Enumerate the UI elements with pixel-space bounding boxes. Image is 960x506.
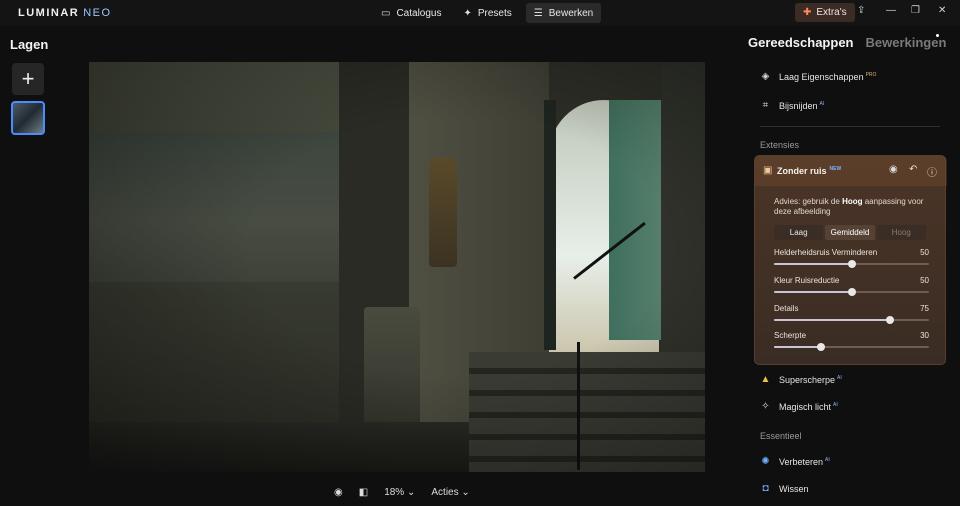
tool-laag-eigenschappen[interactable]: ◈ Laag Eigenschappen PRO xyxy=(760,71,877,82)
slider-label: Details xyxy=(774,304,799,313)
chevron-down-icon: ⌄ xyxy=(461,487,470,498)
warning-icon: ▲ xyxy=(760,374,771,385)
compare-icon[interactable]: ◧ xyxy=(359,487,368,498)
tab-catalogus[interactable]: ▭ Catalogus xyxy=(373,3,449,23)
share-icon[interactable]: ⇪ xyxy=(857,5,865,16)
minimize-icon[interactable]: — xyxy=(886,5,896,16)
zoom-value: 18% xyxy=(384,487,405,498)
tool-wissen[interactable]: ◘ Wissen xyxy=(760,483,809,494)
mode-hoog-button[interactable]: Hoog xyxy=(876,225,926,240)
mode-laag-button[interactable]: Laag xyxy=(774,225,824,240)
advice-highlight: Hoog xyxy=(842,197,863,206)
tab-label: Bewerken xyxy=(548,7,594,19)
slider-knob[interactable] xyxy=(847,288,856,296)
tool-label: Magisch licht xyxy=(779,401,832,412)
actions-dropdown[interactable]: Acties ⌄ xyxy=(431,487,469,498)
tab-bewerkingen[interactable]: Bewerkingen xyxy=(866,35,947,50)
sliders-icon: ☰ xyxy=(533,7,543,19)
bottom-toolbar: ◉ ◧ 18% ⌄ Acties ⌄ xyxy=(334,487,470,498)
slider-label: Scherpte xyxy=(774,331,807,340)
noise-panel-title: Zonder ruis xyxy=(777,166,827,176)
slider-fill xyxy=(774,319,891,321)
actions-label: Acties xyxy=(431,487,459,498)
tab-presets[interactable]: ✦ Presets xyxy=(455,3,519,23)
photo-canvas[interactable] xyxy=(89,62,705,472)
close-icon[interactable]: ✕ xyxy=(938,5,946,16)
visibility-eye-icon[interactable]: ◉ xyxy=(889,164,898,175)
new-badge: NEW xyxy=(829,166,842,172)
pro-badge: PRO xyxy=(865,71,877,78)
crop-icon: ⌗ xyxy=(762,100,769,111)
tool-label: Verbeteren xyxy=(779,456,824,467)
slider-value: 50 xyxy=(920,248,929,257)
noise-tool-icon: ▣ xyxy=(763,165,773,176)
noise-reduction-panel: ▣ Zonder ruis NEW ◉ ↶ ⓘ Advies: gebruik d… xyxy=(754,155,947,365)
main-nav: ▭ Catalogus ✦ Presets ☰ Bewerken xyxy=(373,3,602,23)
ai-badge: AI xyxy=(825,456,830,463)
slider-label: Kleur Ruisreductie xyxy=(774,276,840,285)
sparkle-icon: ✧ xyxy=(761,401,770,412)
extras-label: Extra's xyxy=(816,7,847,18)
layer-thumbnail[interactable] xyxy=(11,101,45,135)
slider-knob[interactable] xyxy=(847,260,856,268)
ai-badge: AI xyxy=(819,100,825,107)
add-layer-button[interactable]: + xyxy=(12,63,44,95)
logo-sub-text: NEO xyxy=(83,7,112,19)
section-essentieel: Essentieel xyxy=(760,431,802,441)
slider-fill xyxy=(774,346,821,348)
tool-label: Bijsnijden xyxy=(779,100,818,111)
layers-title: Lagen xyxy=(10,37,49,52)
extras-button[interactable]: ✚ Extra's xyxy=(795,3,855,22)
tab-label: Presets xyxy=(477,7,512,19)
restore-icon[interactable]: ❐ xyxy=(911,5,920,16)
right-panel-tabs: Gereedschappen Bewerkingen xyxy=(748,35,946,50)
section-divider xyxy=(760,126,940,127)
slider-value: 50 xyxy=(920,276,929,285)
slider-label: Helderheidsruis Verminderen xyxy=(774,248,878,257)
tool-bijsnijden[interactable]: ⌗ Bijsnijden AI xyxy=(760,100,825,111)
ai-badge: AI xyxy=(833,401,838,408)
reset-icon[interactable]: ↶ xyxy=(909,164,917,175)
top-bar: LUMINAR NEO ▭ Catalogus ✦ Presets ☰ Bewer… xyxy=(0,0,960,26)
slider-knob[interactable] xyxy=(886,316,895,324)
notification-dot xyxy=(936,34,939,37)
photo-vignette xyxy=(89,62,705,472)
folder-icon: ▭ xyxy=(381,7,391,19)
noise-advice: Advies: gebruik de Hoog aanpassing voor … xyxy=(774,197,939,217)
presets-icon: ✦ xyxy=(463,7,472,19)
tool-label: Superscherpe xyxy=(779,374,836,385)
chevron-down-icon: ⌄ xyxy=(406,487,416,498)
eraser-icon: ◘ xyxy=(762,483,769,494)
eye-icon[interactable]: ◉ xyxy=(334,487,343,498)
noise-mode-selector: Laag Gemiddeld Hoog xyxy=(774,225,926,240)
section-extensies: Extensies xyxy=(760,140,800,150)
zoom-dropdown[interactable]: 18% ⌄ xyxy=(384,487,415,498)
slider-value: 75 xyxy=(920,304,929,313)
tool-verbeteren[interactable]: ✺ Verbeteren AI xyxy=(760,456,830,467)
tab-bewerken[interactable]: ☰ Bewerken xyxy=(525,3,602,23)
tab-gereedschappen[interactable]: Gereedschappen xyxy=(748,35,854,50)
slider-fill xyxy=(774,291,852,293)
tool-label: Laag Eigenschappen xyxy=(779,71,864,82)
ai-badge: AI xyxy=(837,374,842,381)
info-icon[interactable]: ⓘ xyxy=(927,164,937,179)
tab-label: Catalogus xyxy=(396,7,442,19)
slider-knob[interactable] xyxy=(816,343,825,351)
mode-gemiddeld-button[interactable]: Gemiddeld xyxy=(825,225,875,240)
puzzle-icon: ✚ xyxy=(803,7,812,18)
slider-fill xyxy=(774,263,852,265)
layers-icon: ◈ xyxy=(761,71,770,82)
logo-text: LUMINAR xyxy=(18,7,80,19)
tool-superscherpe[interactable]: ▲ Superscherpe AI xyxy=(760,374,842,385)
tool-magisch-licht[interactable]: ✧ Magisch licht AI xyxy=(760,401,838,412)
app-logo: LUMINAR NEO xyxy=(18,7,112,19)
enhance-icon: ✺ xyxy=(761,456,770,467)
tool-label: Wissen xyxy=(779,483,809,494)
noise-panel-header[interactable]: ▣ Zonder ruis NEW ◉ ↶ ⓘ xyxy=(755,156,947,186)
slider-value: 30 xyxy=(920,331,929,340)
advice-text: Advies: gebruik de xyxy=(774,197,840,206)
